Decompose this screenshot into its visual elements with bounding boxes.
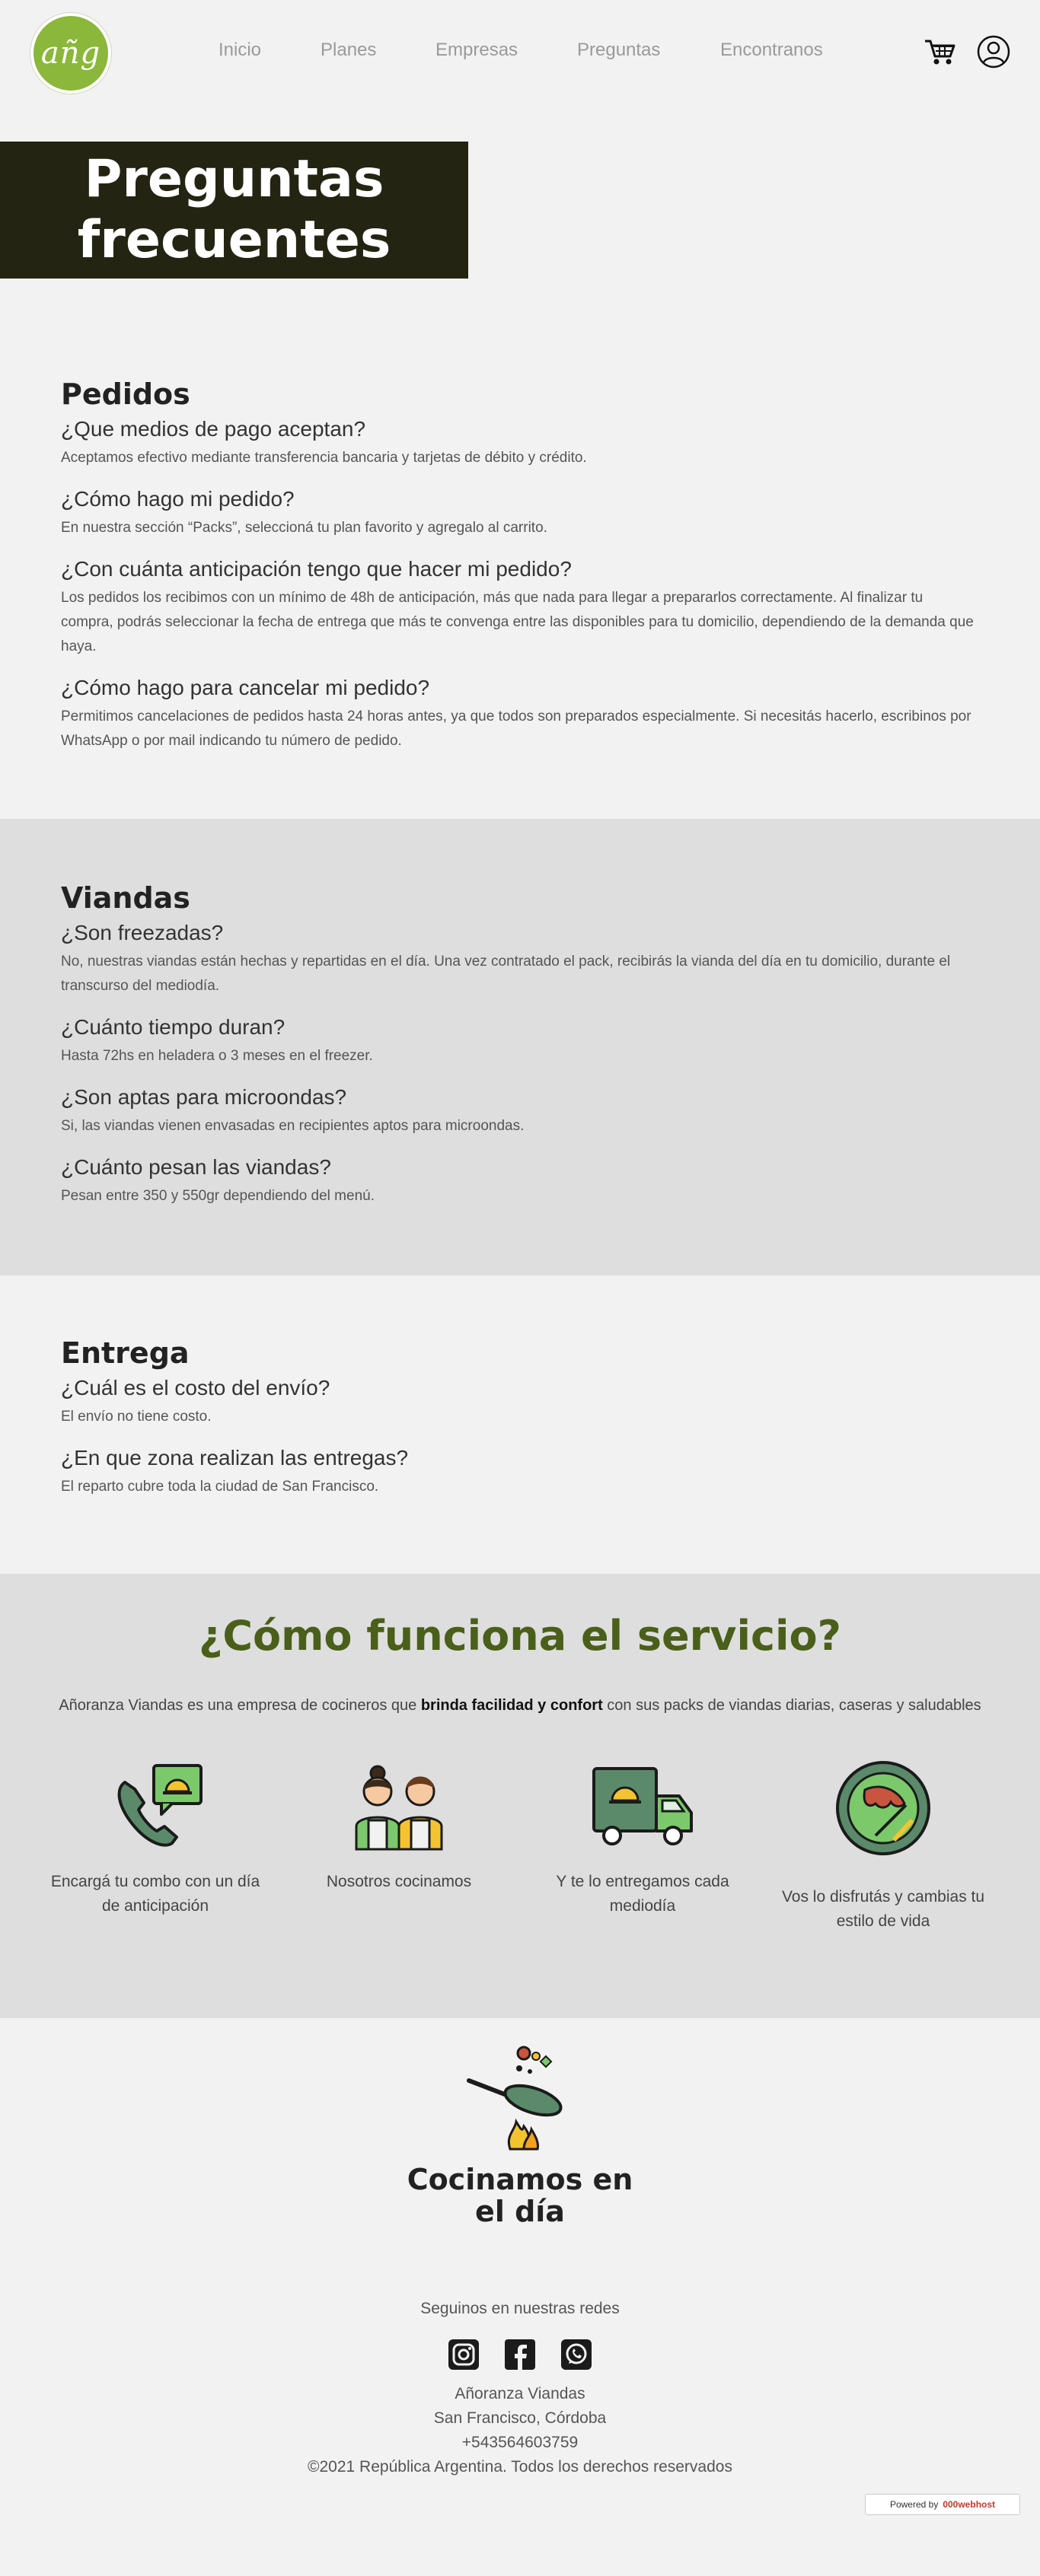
- faq-item: ¿Cómo hago mi pedido? En nuestra sección…: [61, 487, 975, 540]
- faq-question: ¿Cuál es el costo del envío?: [61, 1376, 330, 1399]
- faq-question: ¿En que zona realizan las entregas?: [61, 1446, 409, 1469]
- faq-answer: Los pedidos los recibimos con un mínimo …: [61, 590, 974, 654]
- step-cook: Nosotros cocinamos: [292, 1759, 506, 1894]
- follow-text: Seguinos en nuestras redes: [420, 2300, 620, 2317]
- section-title: Pedidos: [61, 377, 190, 411]
- cook-banner: Cocinamos en el día: [0, 2046, 1040, 2227]
- powered-label: Powered by: [889, 2499, 939, 2510]
- page-title-banner: Preguntas frecuentes: [0, 142, 468, 279]
- step-order: Encargá tu combo con un día de anticipac…: [49, 1759, 262, 1918]
- footer-company: Añoranza Viandas: [455, 2385, 585, 2402]
- whatsapp-icon[interactable]: [560, 2338, 593, 2371]
- faq-question: ¿Son aptas para microondas?: [61, 1085, 347, 1109]
- faq-answer: Hasta 72hs en heladera o 3 meses en el f…: [61, 1048, 373, 1064]
- faq-question: ¿Cuánto pesan las viandas?: [61, 1155, 331, 1179]
- step-label: Encargá tu combo con un día de anticipac…: [50, 1873, 260, 1915]
- faq-answer: En nuestra sección “Packs”, seleccioná t…: [61, 520, 547, 536]
- nav-planes[interactable]: Planes: [321, 40, 376, 61]
- faq-answer: El envío no tiene costo.: [61, 1409, 212, 1425]
- nav-preguntas[interactable]: Preguntas: [577, 40, 660, 61]
- step-label: Vos lo disfrutás y cambias tu estilo de …: [781, 1888, 985, 1930]
- faq-question: ¿Son freezadas?: [61, 921, 224, 944]
- phone-order-icon: [117, 1764, 203, 1847]
- faq-answer: El reparto cubre toda la ciudad de San F…: [61, 1479, 379, 1495]
- faq-question: ¿Cuánto tiempo duran?: [61, 1015, 286, 1039]
- cart-icon[interactable]: [923, 34, 958, 69]
- faq-item: ¿Cuánto pesan las viandas? Pesan entre 3…: [61, 1155, 975, 1208]
- faq-item: ¿En que zona realizan las entregas? El r…: [61, 1446, 975, 1499]
- how-title: ¿Cómo funciona el servicio?: [199, 1612, 841, 1660]
- step-label: Y te lo entregamos cada mediodía: [556, 1873, 729, 1915]
- faq-question: ¿Que medios de pago aceptan?: [61, 417, 366, 441]
- section-title: Viandas: [61, 881, 190, 915]
- faq-item: ¿Cómo hago para cancelar mi pedido? Perm…: [61, 676, 975, 753]
- page-title: Preguntas frecuentes: [77, 149, 391, 270]
- cooks-icon: [355, 1765, 443, 1851]
- faq-item: ¿Que medios de pago aceptan? Aceptamos e…: [61, 417, 975, 470]
- logo-text: añg: [40, 36, 101, 71]
- faq-item: ¿Son aptas para microondas? Si, las vian…: [61, 1085, 975, 1138]
- faq-question: ¿Cómo hago para cancelar mi pedido?: [61, 676, 430, 699]
- frying-pan-icon: [467, 2046, 563, 2151]
- faq-answer: Pesan entre 350 y 550gr dependiendo del …: [61, 1188, 375, 1204]
- faq-item: ¿Cuál es el costo del envío? El envío no…: [61, 1376, 975, 1429]
- step-delivery: Y te lo entregamos cada mediodía: [536, 1759, 749, 1918]
- faq-question: ¿Con cuánta anticipación tengo que hacer…: [61, 557, 572, 581]
- footer-phone: +543564603759: [461, 2434, 579, 2451]
- instagram-icon[interactable]: [447, 2338, 480, 2371]
- step-label: Nosotros cocinamos: [326, 1873, 472, 1890]
- how-intro: Añoranza Viandas es una empresa de cocin…: [59, 1697, 981, 1714]
- section-title: Entrega: [61, 1336, 190, 1370]
- faq-answer: No, nuestras viandas están hechas y repa…: [61, 954, 951, 994]
- delivery-truck-icon: [592, 1767, 693, 1845]
- faq-item: ¿Son freezadas? No, nuestras viandas est…: [61, 921, 975, 998]
- faq-answer: Permitimos cancelaciones de pedidos hast…: [61, 708, 971, 749]
- site-header: añg Inicio Planes Empresas Preguntas Enc…: [0, 0, 1040, 103]
- faq-section-viandas: Viandas ¿Son freezadas? No, nuestras via…: [0, 819, 1040, 1275]
- footer-copyright: ©2021 República Argentina. Todos los der…: [308, 2458, 732, 2476]
- faq-section-entrega: Entrega ¿Cuál es el costo del envío? El …: [0, 1275, 1040, 1574]
- nav-encontranos[interactable]: Encontranos: [720, 40, 823, 61]
- nav-inicio[interactable]: Inicio: [219, 40, 261, 61]
- faq-item: ¿Con cuánta anticipación tengo que hacer…: [61, 557, 975, 659]
- faq-answer: Si, las viandas vienen envasadas en reci…: [61, 1118, 525, 1134]
- faq-question: ¿Cómo hago mi pedido?: [61, 487, 295, 511]
- brand-logo[interactable]: añg: [30, 13, 111, 94]
- social-links: [0, 2338, 1040, 2371]
- nav-empresas[interactable]: Empresas: [435, 40, 518, 61]
- site-footer: Seguinos en nuestras redes Añoranza Vian…: [0, 2297, 1040, 2479]
- faq-section-pedidos: Pedidos ¿Que medios de pago aceptan? Ace…: [0, 370, 1040, 819]
- step-enjoy: Vos lo disfrutás y cambias tu estilo de …: [777, 1759, 990, 1934]
- user-account-icon[interactable]: [976, 34, 1011, 69]
- facebook-icon[interactable]: [503, 2338, 537, 2371]
- powered-by-badge[interactable]: Powered by 000webhost: [865, 2494, 1020, 2515]
- footer-city: San Francisco, Córdoba: [433, 2409, 607, 2427]
- host-brand: 000webhost: [943, 2499, 996, 2510]
- faq-answer: Aceptamos efectivo mediante transferenci…: [61, 450, 587, 466]
- dish-plate-icon: [836, 1761, 930, 1855]
- cook-text: Cocinamos en el día: [407, 2163, 633, 2228]
- how-it-works-section: ¿Cómo funciona el servicio? Añoranza Via…: [0, 1574, 1040, 2018]
- faq-item: ¿Cuánto tiempo duran? Hasta 72hs en hela…: [61, 1015, 975, 1068]
